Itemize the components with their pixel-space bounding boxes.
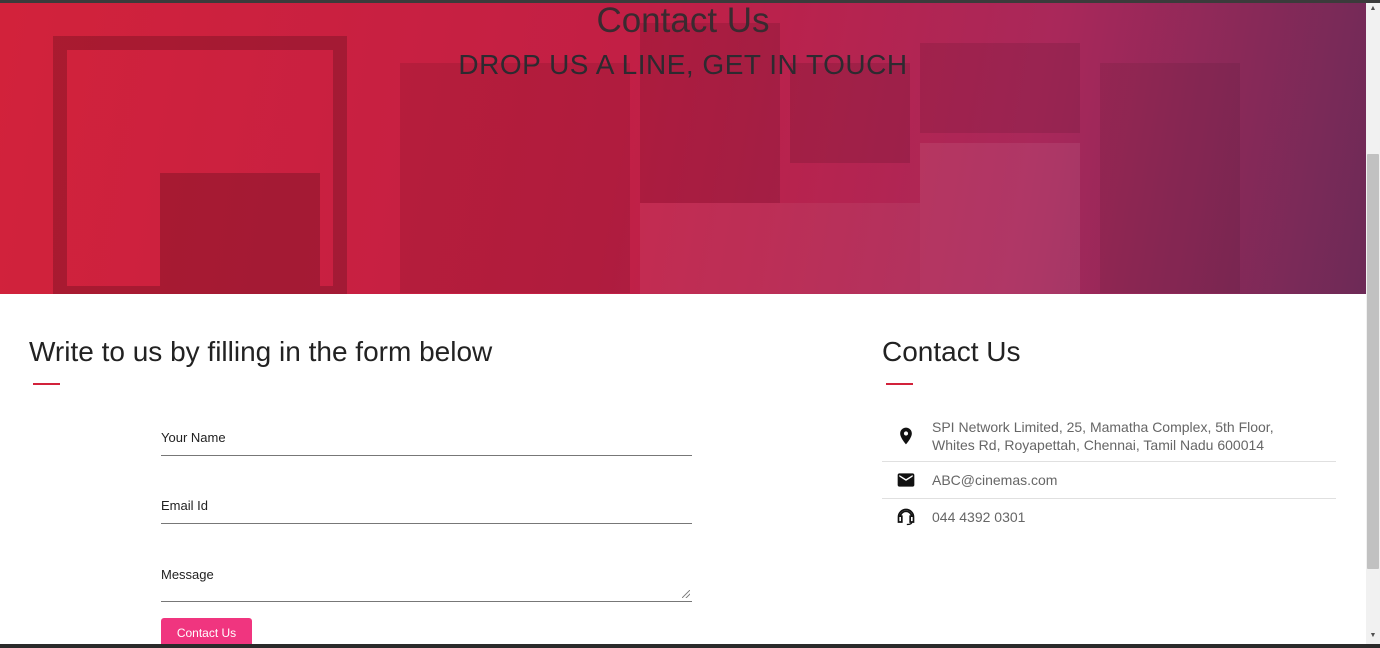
hero-banner: Contact Us DROP US A LINE, GET IN TOUCH	[0, 3, 1366, 294]
contact-address-row: SPI Network Limited, 25, Mamatha Complex…	[882, 413, 1336, 462]
contact-phone-row: 044 4392 0301	[882, 499, 1336, 535]
address-text: SPI Network Limited, 25, Mamatha Complex…	[932, 418, 1274, 454]
resize-handle-icon[interactable]	[682, 590, 690, 598]
contact-email-row: ABC@cinemas.com	[882, 462, 1336, 499]
scroll-down-arrow-icon[interactable]: ▼	[1366, 630, 1380, 642]
hero-background-collage	[53, 23, 1240, 294]
hero-title: Contact Us	[596, 3, 770, 40]
email-field-label: Email Id	[161, 498, 208, 513]
email-link[interactable]: ABC@cinemas.com	[932, 471, 1057, 489]
message-field-label: Message	[161, 567, 214, 582]
form-heading-accent-line	[33, 383, 60, 385]
scrollbar-thumb[interactable]	[1367, 154, 1379, 569]
contact-heading-accent-line	[886, 383, 913, 385]
phone-number[interactable]: 044 4392 0301	[932, 508, 1025, 526]
location-pin-icon	[900, 427, 912, 445]
envelope-icon	[897, 473, 915, 487]
contact-heading: Contact Us	[882, 336, 1021, 367]
scroll-up-arrow-icon[interactable]: ▲	[1366, 3, 1380, 15]
headset-icon	[897, 508, 915, 526]
name-field-label: Your Name	[161, 430, 226, 445]
window-bottom-border	[0, 644, 1380, 648]
address-line-1: SPI Network Limited, 25, Mamatha Complex…	[932, 419, 1274, 435]
email-field[interactable]: Email Id	[161, 498, 692, 524]
hero-subtitle: DROP US A LINE, GET IN TOUCH	[458, 49, 908, 80]
name-field[interactable]: Your Name	[161, 430, 692, 456]
address-line-2: Whites Rd, Royapettah, Chennai, Tamil Na…	[932, 437, 1265, 453]
form-heading: Write to us by filling in the form below	[29, 336, 493, 367]
message-field[interactable]: Message	[161, 567, 692, 602]
